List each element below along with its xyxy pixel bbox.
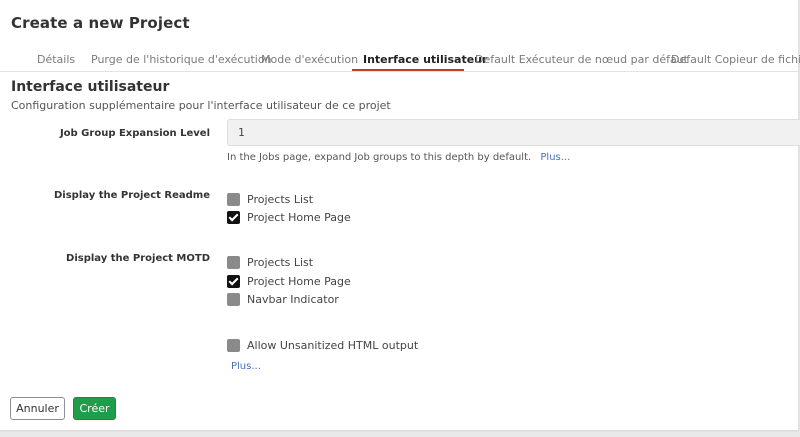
motd-home-page-option[interactable]: Project Home Page (227, 274, 351, 288)
readme-projects-list-option[interactable]: Projects List (227, 192, 313, 206)
tab-execution-mode[interactable]: Mode d'exécution (261, 53, 358, 66)
readme-label: Display the Project Readme (54, 190, 210, 201)
tab-node-executor[interactable]: Default Exécuteur de nœud par défaut (475, 53, 688, 66)
job-group-expansion-input[interactable]: 1 (227, 119, 800, 146)
tab-file-copier[interactable]: Default Copieur de fichier (671, 53, 800, 66)
unsanitized-html-checkbox[interactable] (227, 338, 240, 352)
motd-navbar-indicator-label: Navbar Indicator (247, 292, 339, 306)
page-title: Create a new Project (11, 14, 190, 32)
readme-projects-list-label: Projects List (247, 192, 314, 206)
job-group-help-text: In the Jobs page, expand Job groups to t… (227, 152, 532, 163)
unsanitized-more-link[interactable]: Plus... (231, 361, 261, 372)
tab-user-interface[interactable]: Interface utilisateur (363, 53, 487, 66)
motd-label: Display the Project MOTD (66, 253, 210, 264)
unsanitized-html-label: Allow Unsanitized HTML output (247, 338, 419, 352)
unsanitized-html-option[interactable]: Allow Unsanitized HTML output (227, 338, 418, 352)
motd-projects-list-option[interactable]: Projects List (227, 255, 313, 269)
section-title: Interface utilisateur (11, 79, 170, 95)
active-tab-indicator (352, 69, 464, 71)
tab-details[interactable]: Détails (37, 53, 75, 66)
section-description: Configuration supplémentaire pour l'inte… (11, 99, 391, 112)
motd-projects-list-label: Projects List (247, 255, 314, 269)
tab-bar: Détails Purge de l'historique d'exécutio… (0, 44, 800, 72)
motd-home-page-checkbox[interactable] (227, 274, 240, 288)
readme-home-page-option[interactable]: Project Home Page (227, 210, 351, 224)
tab-purge-history[interactable]: Purge de l'historique d'exécution (91, 53, 272, 66)
job-group-expansion-label: Job Group Expansion Level (59, 128, 210, 139)
motd-home-page-label: Project Home Page (247, 274, 351, 288)
readme-projects-list-checkbox[interactable] (227, 192, 240, 206)
job-group-more-link[interactable]: Plus... (540, 152, 570, 163)
motd-projects-list-checkbox[interactable] (227, 255, 240, 269)
create-button[interactable]: Créer (73, 397, 116, 420)
job-group-help: In the Jobs page, expand Job groups to t… (227, 152, 570, 163)
readme-home-page-label: Project Home Page (247, 210, 351, 224)
cancel-button[interactable]: Annuler (10, 397, 65, 420)
readme-home-page-checkbox[interactable] (227, 210, 240, 224)
motd-navbar-indicator-checkbox[interactable] (227, 292, 240, 306)
project-form-card: Create a new Project Détails Purge de l'… (0, 0, 800, 430)
motd-navbar-indicator-option[interactable]: Navbar Indicator (227, 292, 339, 306)
